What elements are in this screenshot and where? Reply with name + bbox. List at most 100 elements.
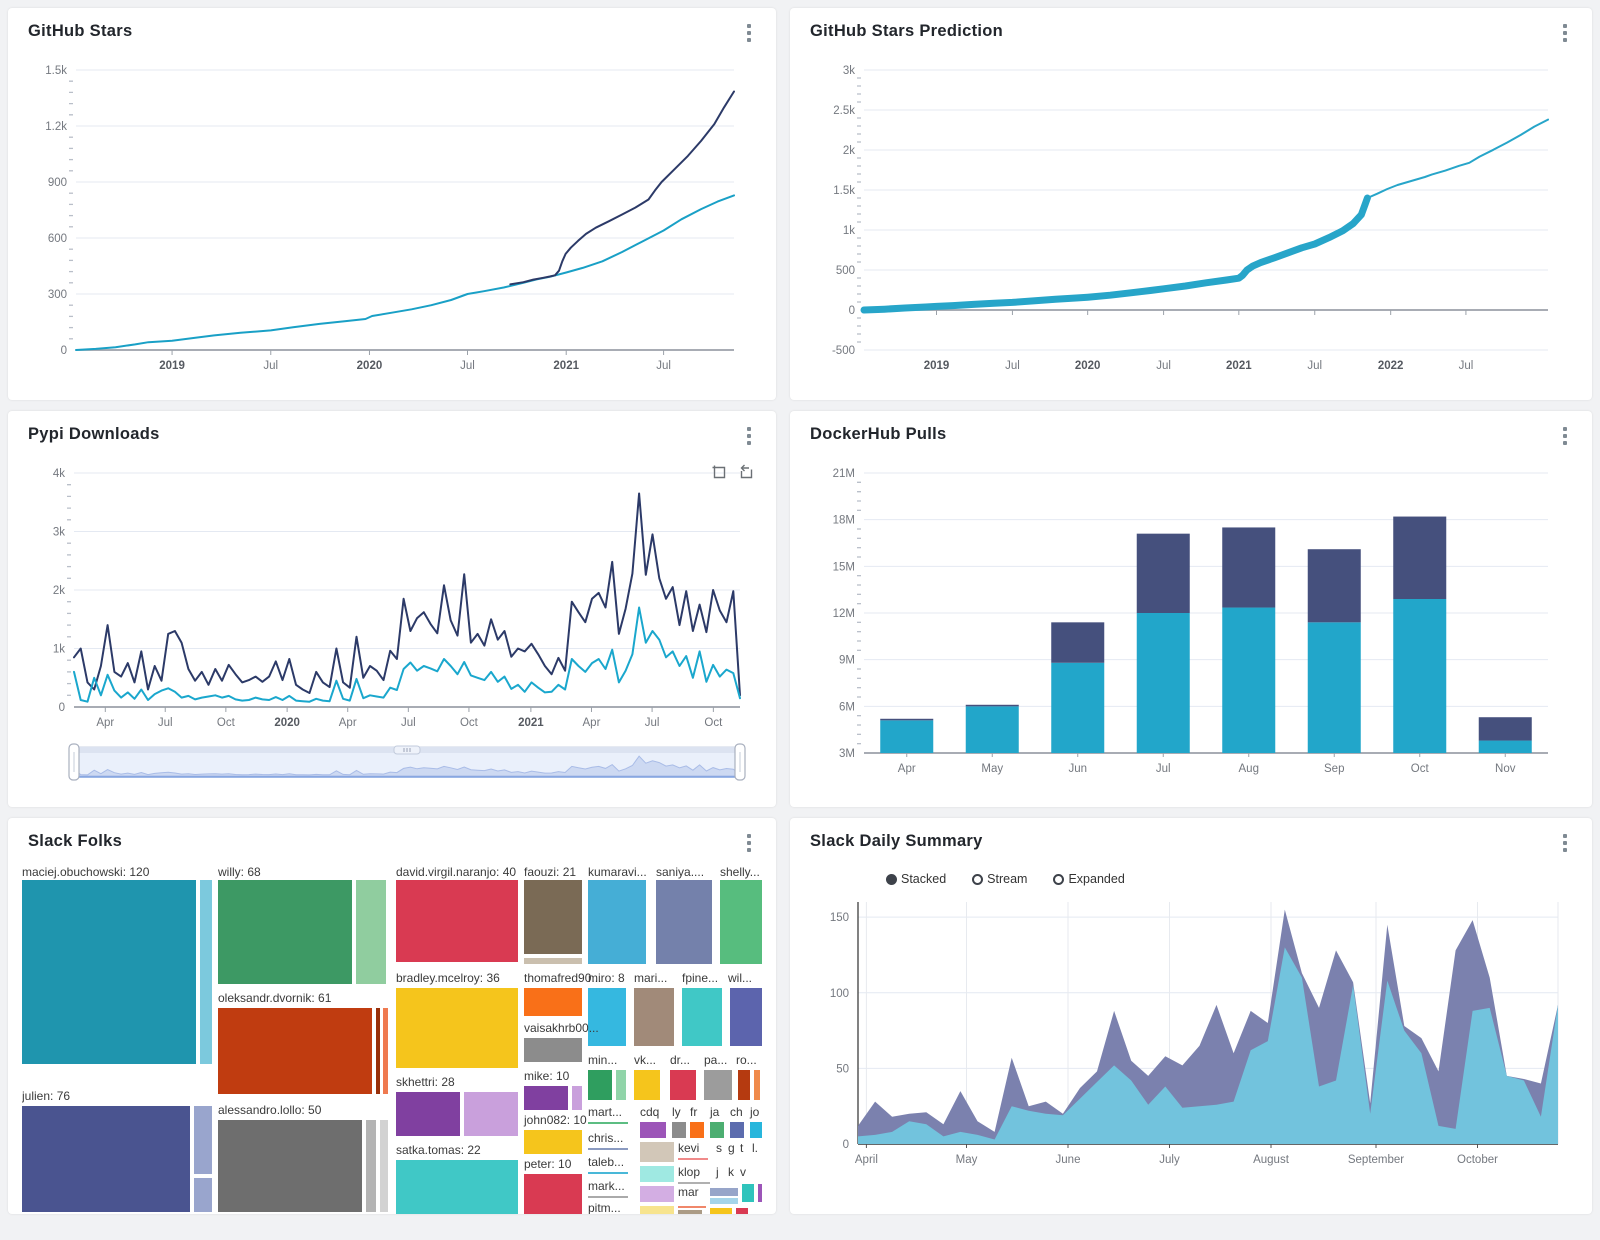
treemap-label: saniya.... bbox=[656, 866, 704, 879]
treemap-cell[interactable] bbox=[396, 988, 518, 1068]
treemap-cell[interactable] bbox=[634, 988, 674, 1046]
treemap-cell[interactable] bbox=[588, 1148, 628, 1150]
treemap-cell[interactable] bbox=[730, 988, 762, 1046]
treemap-cell[interactable] bbox=[640, 1166, 674, 1182]
treemap-cell[interactable] bbox=[194, 1106, 212, 1174]
bar-segment[interactable] bbox=[880, 720, 933, 753]
treemap-cell[interactable] bbox=[524, 1130, 582, 1154]
treemap-cell[interactable] bbox=[738, 1070, 750, 1100]
kebab-menu-icon[interactable] bbox=[742, 425, 756, 448]
treemap-cell[interactable] bbox=[588, 1172, 628, 1174]
treemap-cell[interactable] bbox=[588, 988, 626, 1046]
kebab-menu-icon[interactable] bbox=[1558, 425, 1572, 448]
treemap-cell[interactable] bbox=[396, 1160, 518, 1214]
legend-item-expanded[interactable]: Expanded bbox=[1053, 872, 1124, 886]
treemap-cell[interactable] bbox=[742, 1184, 754, 1202]
svg-text:900: 900 bbox=[48, 177, 67, 189]
treemap-cell[interactable] bbox=[736, 1208, 748, 1214]
bar-segment[interactable] bbox=[1479, 741, 1532, 753]
treemap-cell[interactable] bbox=[750, 1122, 762, 1138]
treemap-cell[interactable] bbox=[754, 1070, 760, 1100]
treemap-cell[interactable] bbox=[588, 880, 646, 964]
treemap-cell[interactable] bbox=[640, 1122, 666, 1138]
treemap-cell[interactable] bbox=[656, 880, 712, 964]
treemap-cell[interactable] bbox=[672, 1122, 686, 1138]
treemap-cell[interactable] bbox=[670, 1070, 696, 1100]
treemap-cell[interactable] bbox=[218, 1008, 372, 1094]
treemap-cell[interactable] bbox=[524, 1086, 568, 1110]
treemap-cell[interactable] bbox=[678, 1182, 710, 1184]
treemap-cell[interactable] bbox=[682, 988, 722, 1046]
treemap-cell[interactable] bbox=[678, 1210, 702, 1214]
svg-text:July: July bbox=[1159, 1154, 1180, 1166]
treemap-cell[interactable] bbox=[710, 1122, 724, 1138]
treemap-cell[interactable] bbox=[383, 1008, 388, 1094]
treemap-cell[interactable] bbox=[366, 1120, 376, 1212]
treemap-cell[interactable] bbox=[524, 1038, 582, 1062]
bar-segment[interactable] bbox=[1137, 613, 1190, 753]
treemap-cell[interactable] bbox=[396, 1092, 460, 1136]
treemap-cell[interactable] bbox=[194, 1178, 212, 1212]
treemap-cell[interactable] bbox=[200, 880, 212, 1064]
treemap-cell[interactable] bbox=[690, 1122, 704, 1138]
treemap-cell[interactable] bbox=[678, 1206, 706, 1208]
treemap-cell[interactable] bbox=[730, 1122, 744, 1138]
legend-item-stacked[interactable]: Stacked bbox=[886, 872, 946, 886]
treemap-cell[interactable] bbox=[710, 1208, 732, 1214]
kebab-menu-icon[interactable] bbox=[742, 832, 756, 855]
treemap-label: mart... bbox=[588, 1106, 622, 1119]
treemap-cell[interactable] bbox=[678, 1158, 708, 1160]
treemap-cell[interactable] bbox=[22, 1106, 190, 1212]
bar-segment[interactable] bbox=[1137, 534, 1190, 613]
bar-segment[interactable] bbox=[1051, 622, 1104, 662]
bar-segment[interactable] bbox=[1393, 599, 1446, 753]
svg-text:3M: 3M bbox=[839, 748, 855, 760]
treemap-cell[interactable] bbox=[616, 1070, 626, 1100]
bar-segment[interactable] bbox=[966, 706, 1019, 753]
treemap-cell[interactable] bbox=[524, 880, 582, 954]
treemap-cell[interactable] bbox=[758, 1184, 762, 1202]
treemap-cell[interactable] bbox=[710, 1198, 738, 1204]
treemap-cell[interactable] bbox=[640, 1142, 674, 1162]
treemap-label: alessandro.lollo: 50 bbox=[218, 1104, 321, 1117]
bar-segment[interactable] bbox=[1479, 717, 1532, 740]
kebab-menu-icon[interactable] bbox=[1558, 832, 1572, 855]
treemap-cell[interactable] bbox=[524, 988, 582, 1016]
kebab-menu-icon[interactable] bbox=[742, 22, 756, 45]
treemap-cell[interactable] bbox=[380, 1120, 388, 1212]
treemap-cell[interactable] bbox=[572, 1086, 582, 1110]
treemap-cell[interactable] bbox=[720, 880, 762, 964]
bar-segment[interactable] bbox=[966, 705, 1019, 707]
bar-segment[interactable] bbox=[1051, 663, 1104, 753]
kebab-menu-icon[interactable] bbox=[1558, 22, 1572, 45]
treemap-cell[interactable] bbox=[356, 880, 386, 984]
restore-icon[interactable] bbox=[737, 463, 754, 480]
treemap-cell[interactable] bbox=[704, 1070, 732, 1100]
svg-text:12M: 12M bbox=[833, 608, 855, 620]
bar-segment[interactable] bbox=[1222, 527, 1275, 607]
treemap-cell[interactable] bbox=[524, 958, 582, 964]
treemap-cell[interactable] bbox=[640, 1206, 674, 1214]
treemap-cell[interactable] bbox=[588, 1070, 612, 1100]
bar-segment[interactable] bbox=[1308, 622, 1361, 753]
treemap-cell[interactable] bbox=[634, 1070, 660, 1100]
bar-segment[interactable] bbox=[1308, 549, 1361, 622]
treemap-cell[interactable] bbox=[588, 1196, 628, 1198]
bar-segment[interactable] bbox=[1222, 608, 1275, 753]
datazoom-select-icon[interactable] bbox=[710, 463, 727, 480]
treemap-cell[interactable] bbox=[376, 1008, 380, 1094]
bar-segment[interactable] bbox=[1393, 517, 1446, 599]
legend-item-stream[interactable]: Stream bbox=[972, 872, 1027, 886]
treemap-cell[interactable] bbox=[464, 1092, 518, 1136]
treemap-cell[interactable] bbox=[640, 1186, 674, 1202]
treemap-cell[interactable] bbox=[218, 1120, 362, 1212]
treemap-cell[interactable] bbox=[588, 1122, 628, 1124]
treemap-cell[interactable] bbox=[22, 880, 196, 1064]
svg-text:3k: 3k bbox=[843, 65, 855, 77]
treemap-cell[interactable] bbox=[396, 880, 518, 962]
treemap-cell[interactable] bbox=[710, 1188, 738, 1196]
treemap-cell[interactable] bbox=[524, 1174, 582, 1214]
treemap-cell[interactable] bbox=[218, 880, 352, 984]
svg-text:Jul: Jul bbox=[1156, 763, 1171, 775]
bar-segment[interactable] bbox=[880, 719, 933, 721]
